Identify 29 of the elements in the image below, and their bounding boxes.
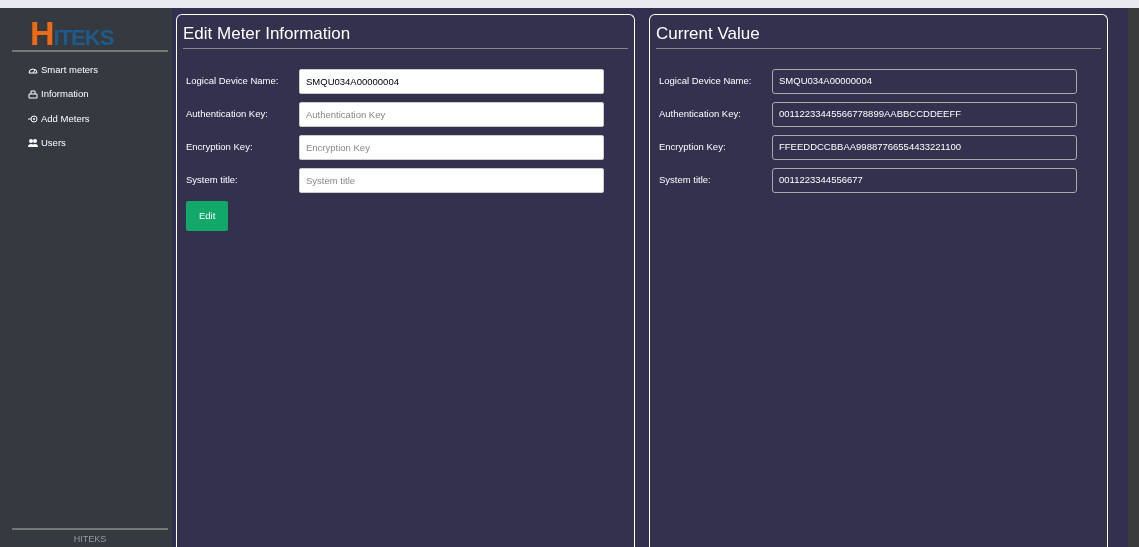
field-label: Logical Device Name: bbox=[659, 73, 753, 88]
value-field: 00112233445566778899AABBCCDDEEFF bbox=[772, 101, 1077, 127]
scrollbar[interactable] bbox=[1128, 8, 1139, 547]
field-label: Authentication Key: bbox=[186, 106, 269, 121]
field-label: System title: bbox=[659, 172, 712, 187]
footer-text: HITEKS bbox=[12, 527, 168, 547]
value-field: SMQU034A00000004 bbox=[772, 68, 1077, 94]
panel-title: Current Value bbox=[656, 21, 1101, 49]
sidebar-item[interactable]: Information bbox=[28, 87, 89, 102]
sidebar-item[interactable]: Smart meters bbox=[28, 63, 98, 78]
input-field[interactable]: SMQU034A00000004 bbox=[299, 68, 604, 94]
panel-title: Edit Meter Information bbox=[183, 21, 628, 49]
field-label: System title: bbox=[186, 172, 239, 187]
field-label: Encryption Key: bbox=[659, 139, 727, 154]
field-label: Logical Device Name: bbox=[186, 73, 280, 88]
input-field[interactable]: Authentication Key bbox=[299, 101, 604, 127]
field-label: Encryption Key: bbox=[186, 139, 254, 154]
gauge-icon bbox=[28, 65, 38, 76]
tray-icon bbox=[28, 89, 38, 100]
sidebar-item[interactable]: Users bbox=[28, 135, 66, 150]
sidebar-item[interactable]: Add Meters bbox=[28, 111, 90, 126]
logo: HITEKS bbox=[30, 16, 114, 50]
plug-icon bbox=[28, 113, 38, 124]
value-field: 0011223344556677 bbox=[772, 167, 1077, 193]
users-icon bbox=[28, 137, 38, 148]
input-field[interactable]: System title bbox=[299, 167, 604, 193]
field-label: Authentication Key: bbox=[659, 106, 742, 121]
value-field: FFEEDDCCBBAA99887766554433221100 bbox=[772, 134, 1077, 160]
input-field[interactable]: Encryption Key bbox=[299, 134, 604, 160]
